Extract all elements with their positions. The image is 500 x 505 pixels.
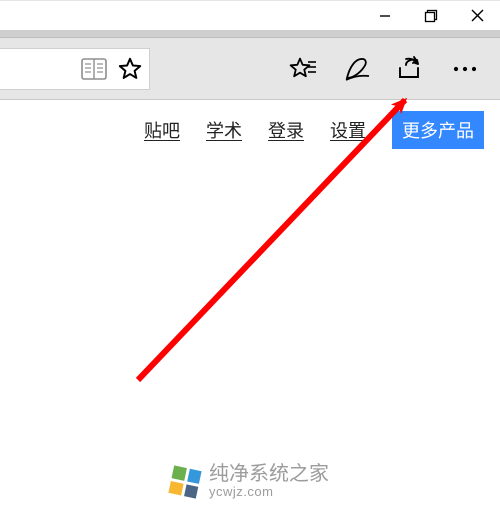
watermark-title: 纯净系统之家 bbox=[209, 464, 329, 485]
close-icon bbox=[471, 9, 484, 22]
page-nav-row: 贴吧 学术 登录 设置 更多产品 bbox=[0, 100, 500, 160]
nav-link-login[interactable]: 登录 bbox=[268, 117, 304, 143]
nav-link-tieba[interactable]: 贴吧 bbox=[144, 117, 180, 143]
web-notes-icon bbox=[342, 54, 372, 84]
minimize-icon bbox=[379, 10, 391, 22]
more-icon bbox=[452, 65, 478, 73]
add-favorite-star-icon bbox=[288, 56, 318, 82]
watermark: 纯净系统之家 ycwjz.com bbox=[0, 464, 500, 499]
watermark-logo-icon bbox=[168, 465, 201, 498]
nav-link-settings[interactable]: 设置 bbox=[330, 117, 366, 143]
window-maximize-button[interactable] bbox=[408, 1, 454, 31]
window-minimize-button[interactable] bbox=[362, 1, 408, 31]
share-icon bbox=[397, 56, 425, 82]
window-controls bbox=[0, 0, 500, 30]
nav-link-xueshu[interactable]: 学术 bbox=[206, 117, 242, 143]
more-button[interactable] bbox=[438, 47, 492, 91]
browser-toolbar bbox=[0, 38, 500, 100]
nav-more-products-button[interactable]: 更多产品 bbox=[392, 111, 484, 149]
share-button[interactable] bbox=[384, 47, 438, 91]
maximize-icon bbox=[424, 9, 438, 23]
reading-list-icon bbox=[81, 58, 107, 80]
watermark-subtitle: ycwjz.com bbox=[209, 485, 273, 499]
address-bar-fragment[interactable] bbox=[0, 48, 150, 90]
tab-strip bbox=[0, 30, 500, 38]
window-close-button[interactable] bbox=[454, 1, 500, 31]
favorite-star-icon[interactable] bbox=[117, 56, 143, 82]
web-notes-button[interactable] bbox=[330, 47, 384, 91]
add-favorites-button[interactable] bbox=[276, 47, 330, 91]
